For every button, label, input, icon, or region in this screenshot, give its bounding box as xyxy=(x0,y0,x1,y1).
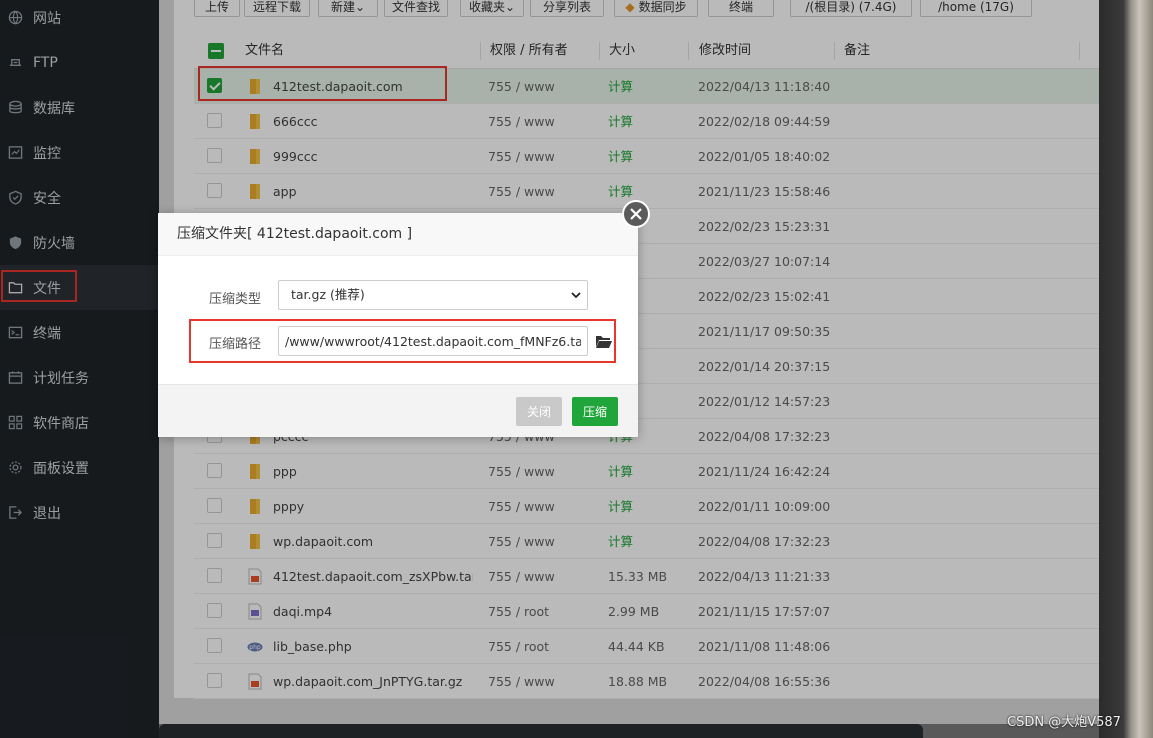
compress-type-label: 压缩类型 xyxy=(209,292,262,307)
watermark: CSDN @大炮V587 xyxy=(1007,715,1121,730)
compress-button[interactable]: 压缩 xyxy=(572,397,619,426)
dialog-close-button[interactable] xyxy=(622,200,650,228)
dialog-title: 压缩文件夹[ 412test.dapaoit.com ] xyxy=(177,226,413,242)
compress-type-select[interactable]: tar.gz (推荐) xyxy=(278,280,588,310)
compress-dialog: 压缩文件夹[ 412test.dapaoit.com ] 压缩类型 tar.gz… xyxy=(158,213,638,437)
close-icon xyxy=(630,208,642,220)
close-button[interactable]: 关闭 xyxy=(516,397,563,426)
compress-type-value: tar.gz (推荐) xyxy=(291,287,365,302)
dialog-header: 压缩文件夹[ 412test.dapaoit.com ] xyxy=(158,213,638,256)
chevron-down-icon xyxy=(571,292,581,299)
dialog-footer: 关闭 压缩 xyxy=(158,384,638,437)
desktop-background xyxy=(1099,0,1153,738)
path-highlight xyxy=(189,319,616,363)
